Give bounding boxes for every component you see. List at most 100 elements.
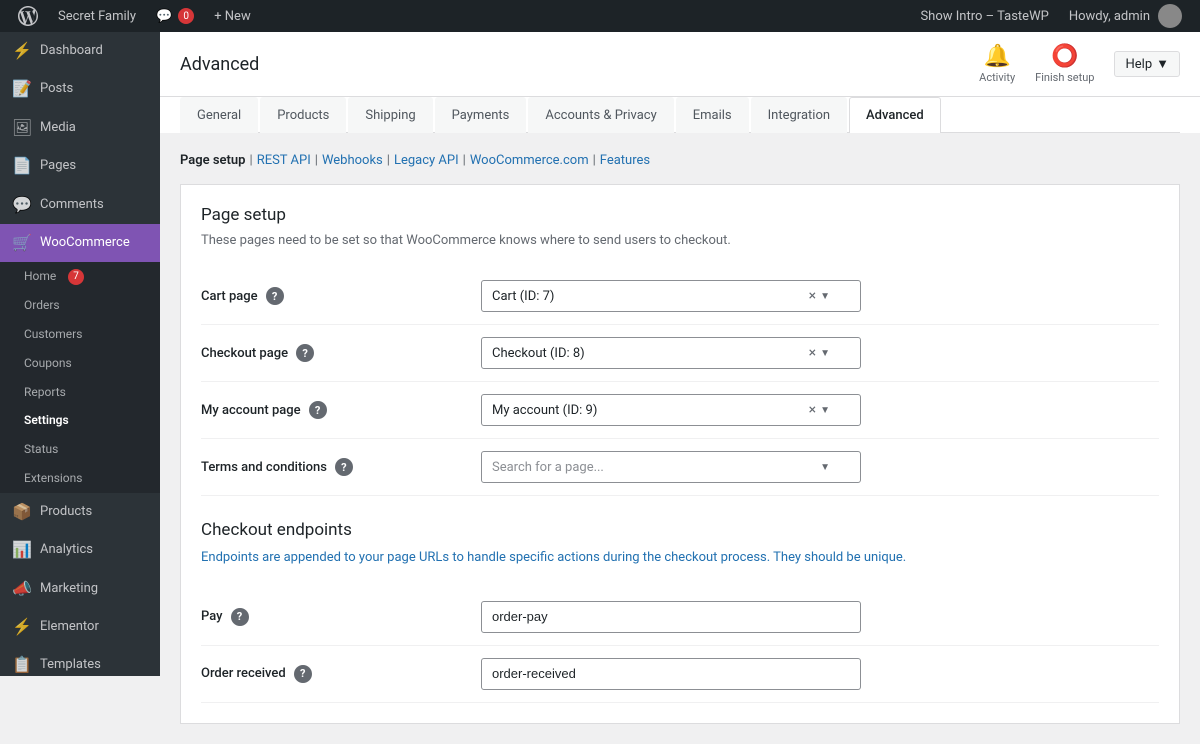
checkout-page-label: Checkout page ? — [201, 325, 481, 382]
header-actions: 🔔 Activity ⭕ Finish setup Help ▼ — [979, 44, 1180, 84]
sidebar-item-templates[interactable]: 📋 Templates — [0, 646, 160, 676]
woocommerce-icon: 🛒 — [12, 232, 32, 254]
tab-shipping[interactable]: Shipping — [348, 97, 432, 133]
my-account-page-clear[interactable]: × — [809, 402, 816, 418]
sidebar-item-status[interactable]: Status — [0, 435, 160, 464]
sidebar-item-coupons[interactable]: Coupons — [0, 349, 160, 378]
sidebar-item-marketing[interactable]: 📣 Marketing — [0, 570, 160, 608]
dashboard-icon: ⚡ — [12, 40, 32, 62]
cart-page-select[interactable]: Cart (ID: 7) × ▼ — [481, 280, 861, 312]
sidebar-item-elementor[interactable]: ⚡ Elementor — [0, 608, 160, 646]
sidebar-item-woocommerce[interactable]: 🛒 WooCommerce — [0, 224, 160, 262]
subnav: Page setup | REST API | Webhooks | Legac… — [180, 153, 1180, 168]
subnav-page-setup[interactable]: Page setup — [180, 153, 246, 168]
comment-icon: 💬 — [156, 9, 172, 24]
admin-bar: Secret Family 💬 0 + New Show Intro – Tas… — [0, 0, 1200, 32]
checkout-endpoints-title: Checkout endpoints — [201, 520, 1159, 540]
howdy[interactable]: Howdy, admin — [1059, 0, 1192, 32]
page-title: Advanced — [180, 54, 259, 75]
home-badge: 7 — [68, 269, 84, 285]
tab-emails[interactable]: Emails — [676, 97, 749, 133]
finish-setup-button[interactable]: ⭕ Finish setup — [1035, 44, 1094, 84]
pay-row: Pay ? — [201, 589, 1159, 646]
elementor-icon: ⚡ — [12, 616, 32, 638]
sidebar: ⚡ Dashboard 📝 Posts 🖼 Media 📄 Pages 💬 Co… — [0, 32, 160, 676]
terms-conditions-arrow: ▼ — [820, 462, 830, 473]
tab-products[interactable]: Products — [260, 97, 346, 133]
cart-page-clear[interactable]: × — [809, 288, 816, 304]
page-setup-desc: These pages need to be set so that WooCo… — [201, 233, 1159, 248]
my-account-page-row: My account page ? My account (ID: 9) × — [201, 382, 1159, 439]
terms-conditions-row: Terms and conditions ? Search for a page… — [201, 439, 1159, 496]
sidebar-item-reports[interactable]: Reports — [0, 378, 160, 407]
comment-count: 0 — [178, 8, 194, 24]
activity-button[interactable]: 🔔 Activity — [979, 44, 1015, 84]
order-received-input[interactable] — [481, 658, 861, 690]
new-content[interactable]: + New — [204, 0, 261, 32]
sidebar-item-pages[interactable]: 📄 Pages — [0, 147, 160, 185]
subnav-features[interactable]: Features — [600, 153, 650, 168]
checkout-page-select[interactable]: Checkout (ID: 8) × ▼ — [481, 337, 861, 369]
pay-input[interactable] — [481, 601, 861, 633]
show-intro[interactable]: Show Intro – TasteWP — [910, 0, 1058, 32]
sidebar-item-customers[interactable]: Customers — [0, 320, 160, 349]
subnav-legacy-api[interactable]: Legacy API — [394, 153, 459, 168]
sidebar-item-comments[interactable]: 💬 Comments — [0, 186, 160, 224]
cart-page-row: Cart page ? Cart (ID: 7) × ▼ — [201, 268, 1159, 325]
comments-icon: 💬 — [12, 194, 32, 216]
tab-accounts-privacy[interactable]: Accounts & Privacy — [528, 97, 673, 133]
help-button[interactable]: Help ▼ — [1114, 51, 1180, 77]
adminbar-right: Show Intro – TasteWP Howdy, admin — [910, 0, 1192, 32]
settings-card: Page setup These pages need to be set so… — [180, 184, 1180, 724]
avatar — [1158, 4, 1182, 28]
checkout-page-clear[interactable]: × — [809, 345, 816, 361]
products-icon: 📦 — [12, 501, 32, 523]
tab-integration[interactable]: Integration — [751, 97, 847, 133]
pay-label: Pay ? — [201, 589, 481, 646]
page-header: Advanced 🔔 Activity ⭕ Finish setup Help … — [160, 32, 1200, 97]
cart-page-help[interactable]: ? — [266, 287, 284, 305]
sidebar-item-media[interactable]: 🖼 Media — [0, 109, 160, 147]
settings-content: Page setup | REST API | Webhooks | Legac… — [160, 133, 1200, 744]
tab-payments[interactable]: Payments — [435, 97, 527, 133]
sidebar-item-products[interactable]: 📦 Products — [0, 493, 160, 531]
pages-icon: 📄 — [12, 155, 32, 177]
page-setup-table: Cart page ? Cart (ID: 7) × ▼ — [201, 268, 1159, 496]
analytics-icon: 📊 — [12, 539, 32, 561]
order-received-row: Order received ? — [201, 645, 1159, 702]
sidebar-item-extensions[interactable]: Extensions — [0, 464, 160, 493]
pay-help[interactable]: ? — [231, 608, 249, 626]
my-account-page-label: My account page ? — [201, 382, 481, 439]
site-name[interactable]: Secret Family — [48, 0, 146, 32]
terms-conditions-help[interactable]: ? — [335, 458, 353, 476]
comments-adminbar[interactable]: 💬 0 — [146, 0, 204, 32]
sidebar-item-analytics[interactable]: 📊 Analytics — [0, 531, 160, 569]
sidebar-item-home[interactable]: Home 7 — [0, 262, 160, 291]
my-account-page-help[interactable]: ? — [309, 401, 327, 419]
subnav-rest-api[interactable]: REST API — [257, 153, 311, 168]
finish-setup-icon: ⭕ — [1051, 44, 1078, 69]
my-account-page-select[interactable]: My account (ID: 9) × ▼ — [481, 394, 861, 426]
sidebar-item-settings[interactable]: Settings — [0, 406, 160, 435]
wp-logo[interactable] — [8, 0, 48, 32]
posts-icon: 📝 — [12, 78, 32, 100]
terms-conditions-label: Terms and conditions ? — [201, 439, 481, 496]
woo-submenu: Home 7 Orders Customers Coupons Reports … — [0, 262, 160, 492]
checkout-page-row: Checkout page ? Checkout (ID: 8) × — [201, 325, 1159, 382]
sidebar-item-dashboard[interactable]: ⚡ Dashboard — [0, 32, 160, 70]
activity-icon: 🔔 — [983, 44, 1010, 69]
subnav-webhooks[interactable]: Webhooks — [322, 153, 383, 168]
checkout-page-help[interactable]: ? — [296, 344, 314, 362]
checkout-endpoints-desc: Endpoints are appended to your page URLs… — [201, 548, 1159, 569]
tab-general[interactable]: General — [180, 97, 258, 133]
sidebar-item-orders[interactable]: Orders — [0, 291, 160, 320]
terms-conditions-select[interactable]: Search for a page... ▼ — [481, 451, 861, 483]
checkout-endpoints-table: Pay ? Order received ? — [201, 589, 1159, 703]
my-account-page-arrow: ▼ — [820, 405, 830, 416]
subnav-woocommerce-com[interactable]: WooCommerce.com — [470, 153, 589, 168]
sidebar-item-posts[interactable]: 📝 Posts — [0, 70, 160, 108]
tab-advanced[interactable]: Advanced — [849, 97, 941, 133]
cart-page-arrow: ▼ — [820, 291, 830, 302]
order-received-help[interactable]: ? — [294, 665, 312, 683]
settings-tabs: General Products Shipping Payments Accou… — [160, 97, 1200, 133]
